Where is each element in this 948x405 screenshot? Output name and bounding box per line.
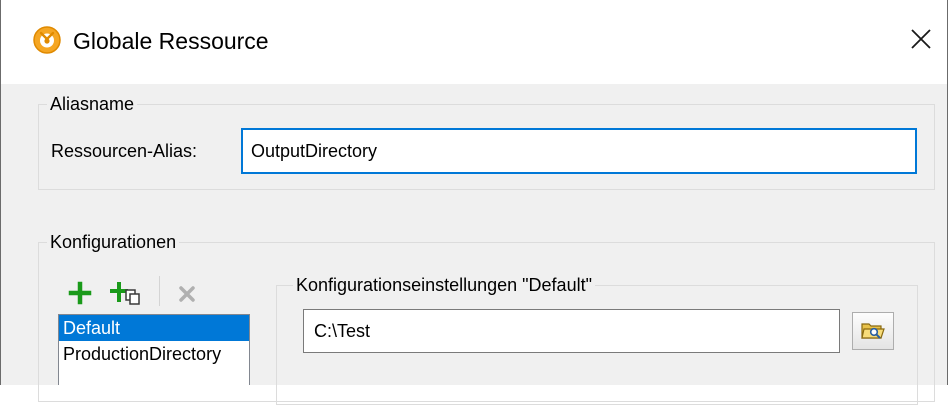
configuration-item-production-directory[interactable]: ProductionDirectory	[59, 341, 249, 367]
add-configuration-button[interactable]	[67, 280, 93, 306]
configuration-path-input[interactable]	[303, 309, 840, 353]
plus-icon[interactable]	[67, 280, 93, 306]
altova-app-icon	[32, 25, 62, 55]
alias-field-label: Ressourcen-Alias:	[51, 141, 198, 161]
add-copy-configuration-button[interactable]	[109, 280, 143, 306]
configurations-group-label: Konfigurationen	[47, 231, 180, 253]
close-icon[interactable]	[899, 18, 943, 62]
add-copy-icon[interactable]	[109, 280, 143, 306]
alias-group-label: Aliasname	[47, 93, 138, 115]
configuration-item-default[interactable]: Default	[59, 315, 249, 341]
delete-configuration-button[interactable]	[174, 280, 200, 306]
toolbar-separator	[159, 276, 160, 306]
dialog-title: Globale Ressource	[73, 28, 269, 54]
title-bar: Globale Ressource	[1, 0, 947, 84]
browse-folder-button[interactable]	[852, 312, 894, 350]
open-folder-icon[interactable]	[861, 320, 885, 342]
delete-x-icon[interactable]	[174, 280, 200, 306]
close-button[interactable]	[899, 18, 943, 62]
configuration-settings-label: Konfigurationseinstellungen "Default"	[293, 274, 595, 296]
configuration-list[interactable]: Default ProductionDirectory	[58, 314, 250, 385]
dialog-window: Globale Ressource Aliasname Ressourcen-A…	[0, 0, 948, 405]
resource-alias-input[interactable]	[241, 128, 917, 174]
